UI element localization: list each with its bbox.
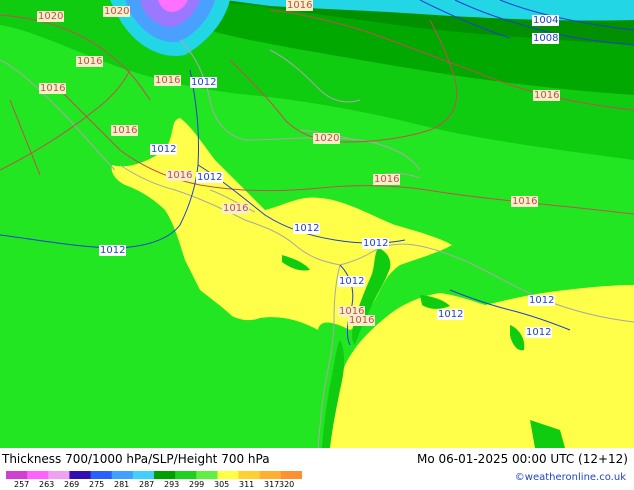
scale-swatch [154,471,176,479]
isobar-label: 1016 [154,75,182,86]
isobar-label: 1012 [196,172,224,183]
isobar-label: 1012 [99,245,127,256]
scale-swatch [259,471,282,479]
isobar-label: 1016 [286,0,314,11]
scale-tick-label: 287 [139,480,155,489]
scale-swatch [90,471,113,479]
scale-swatch [69,471,92,479]
scale-swatch [27,471,49,479]
scale-swatch [132,471,155,479]
scale-swatch [175,471,197,479]
isobar-label: 1008 [532,33,560,44]
isobar-label: 1016 [348,315,376,326]
isobar-label: 1016 [39,83,67,94]
valid-time: Mo 06-01-2025 00:00 UTC (12+12) [416,452,628,466]
isobar-label: 1020 [103,6,131,17]
isobar-label: 1012 [437,309,465,320]
isobar-label: 1020 [313,133,341,144]
isobar-label: 1012 [190,77,218,88]
scale-tick-label: 320 [279,480,295,489]
scale-tick-label: 275 [89,480,105,489]
scale-swatch [48,471,70,479]
scale-tick-label: 305 [214,480,230,489]
scale-swatch [217,471,240,479]
scale-swatch [280,471,302,479]
scale-tick-label: 257 [14,480,30,489]
isobar-label: 1016 [76,56,104,67]
credit-link[interactable]: ©weatheronline.co.uk [515,472,626,483]
scale-tick-label: 269 [64,480,80,489]
scale-tick-label: 293 [164,480,180,489]
isobar-label: 1012 [150,144,178,155]
scale-tick-label: 281 [114,480,130,489]
scale-swatch [111,471,134,479]
isobar-label: 1012 [525,327,553,338]
isobar-label: 1012 [338,276,366,287]
isobar-label: 1020 [37,11,65,22]
map-title: Thickness 700/1000 hPa/SLP/Height 700 hP… [2,452,270,466]
scale-tick-label: 311 [239,480,255,489]
map-footer: Thickness 700/1000 hPa/SLP/Height 700 hP… [0,448,634,490]
scale-tick-label: 317 [264,480,280,489]
isobar-label: 1016 [111,125,139,136]
isobar-label: 1012 [293,223,321,234]
scale-tick-label: 263 [39,480,55,489]
isobar-label: 1004 [532,15,560,26]
isobar-label: 1012 [362,238,390,249]
color-scale-bar [6,471,302,479]
scale-swatch [6,471,28,479]
isobar-label: 1016 [533,90,561,101]
isobar-label: 1016 [511,196,539,207]
scale-swatch [238,471,261,479]
isobar-label: 1016 [222,203,250,214]
scale-tick-label: 299 [189,480,205,489]
map-view: 1020 1020 1016 1004 1008 1016 1016 1016 … [0,0,634,490]
isobar-label: 1016 [373,174,401,185]
isobar-label: 1016 [166,170,194,181]
scale-swatch [196,471,218,479]
color-scale-ticks: 257 263 269 275 281 287 293 299 305 311 317 320 [14,480,314,490]
isobar-label: 1012 [528,295,556,306]
